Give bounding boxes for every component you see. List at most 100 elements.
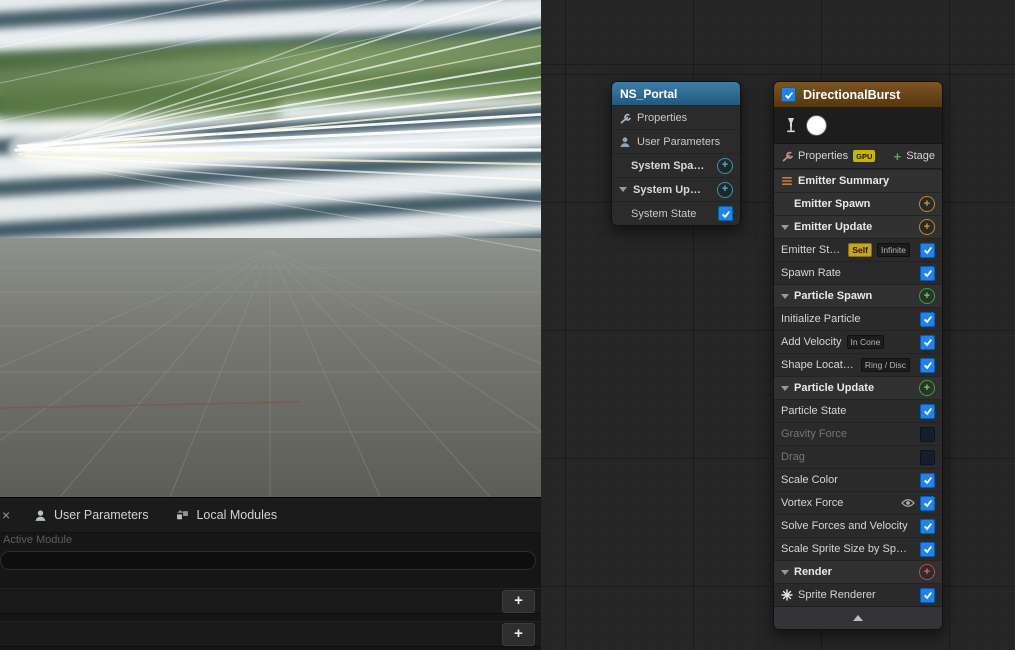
system-node-ns-portal[interactable]: NS_Portal Properties User Parameters Sys… xyxy=(611,81,741,226)
row-particle-update[interactable]: Particle Update + xyxy=(774,376,942,399)
add-parameter-button[interactable]: + xyxy=(502,590,535,613)
row-vortex-force[interactable]: Vortex Force xyxy=(774,491,942,514)
row-label: System Spawn xyxy=(631,159,705,172)
system-row-system-state[interactable]: System State xyxy=(612,201,740,225)
eye-icon[interactable] xyxy=(901,498,915,508)
row-label: Solve Forces and Velocity xyxy=(781,520,908,532)
row-label: Emitter Update xyxy=(794,221,873,233)
module-enabled-checkbox[interactable] xyxy=(920,472,935,488)
row-label: Particle Update xyxy=(794,382,875,394)
row-label: Shape Location xyxy=(781,359,856,371)
emitter-node-header[interactable]: DirectionalBurst xyxy=(774,82,942,107)
row-emitter-state[interactable]: Emitter State Self Infinite xyxy=(774,238,942,261)
chevron-down-icon[interactable] xyxy=(619,187,627,192)
row-particle-spawn[interactable]: Particle Spawn + xyxy=(774,284,942,307)
system-node-header[interactable]: NS_Portal xyxy=(612,82,740,105)
module-enabled-checkbox[interactable] xyxy=(920,403,935,419)
properties-button[interactable]: Properties xyxy=(798,150,848,162)
add-stage-icon[interactable]: + xyxy=(894,149,902,164)
row-label: Gravity Force xyxy=(781,428,848,440)
particle-streaks xyxy=(0,0,541,252)
chevron-down-icon[interactable] xyxy=(781,293,789,299)
module-enabled-checkbox[interactable] xyxy=(920,334,935,350)
chevron-down-icon[interactable] xyxy=(781,385,789,391)
row-label: Emitter Spawn xyxy=(794,198,871,210)
system-row-system-update[interactable]: System Update + xyxy=(612,177,740,201)
active-module-label: Active Module xyxy=(3,534,73,546)
row-label: Emitter State xyxy=(781,244,844,256)
row-label: Emitter Summary xyxy=(798,175,890,187)
module-icon xyxy=(176,509,189,522)
module-enabled-checkbox[interactable] xyxy=(718,206,733,221)
module-enabled-checkbox[interactable] xyxy=(920,311,935,327)
row-gravity-force[interactable]: Gravity Force xyxy=(774,422,942,445)
module-enabled-checkbox[interactable] xyxy=(920,426,935,442)
summary-list-icon xyxy=(781,175,793,187)
niagara-editor: × User Parameters Local Modules Active M… xyxy=(0,0,1015,650)
row-label: Vortex Force xyxy=(781,497,844,509)
emitter-type-icon xyxy=(784,117,798,133)
row-solve-forces-velocity[interactable]: Solve Forces and Velocity xyxy=(774,514,942,537)
row-emitter-summary[interactable]: Emitter Summary xyxy=(774,169,942,192)
row-add-velocity[interactable]: Add Velocity In Cone xyxy=(774,330,942,353)
row-initialize-particle[interactable]: Initialize Particle xyxy=(774,307,942,330)
collapse-node-button[interactable] xyxy=(774,606,942,629)
row-render[interactable]: Render + xyxy=(774,560,942,583)
add-module-button[interactable]: + xyxy=(919,288,935,304)
chevron-down-icon[interactable] xyxy=(781,569,789,575)
row-scale-color[interactable]: Scale Color xyxy=(774,468,942,491)
system-row-user-parameters[interactable]: User Parameters xyxy=(612,129,740,153)
row-label: Add Velocity xyxy=(781,336,842,348)
system-row-system-spawn[interactable]: System Spawn + xyxy=(612,153,740,177)
row-drag[interactable]: Drag xyxy=(774,445,942,468)
module-enabled-checkbox[interactable] xyxy=(920,357,935,373)
system-row-properties[interactable]: Properties xyxy=(612,105,740,129)
mode-badge: Ring / Disc xyxy=(860,358,910,372)
add-renderer-button[interactable]: + xyxy=(919,564,935,580)
add-module-button[interactable]: + xyxy=(919,380,935,396)
add-module-button[interactable]: + xyxy=(717,181,733,198)
chevron-down-icon[interactable] xyxy=(781,224,789,230)
row-emitter-spawn[interactable]: Emitter Spawn + xyxy=(774,192,942,215)
wrench-icon xyxy=(781,150,793,162)
row-scale-sprite-size-by-speed[interactable]: Scale Sprite Size by Speed xyxy=(774,537,942,560)
add-module-button[interactable]: + xyxy=(919,219,935,235)
row-label: System State xyxy=(631,207,697,220)
tab-user-parameters[interactable]: User Parameters xyxy=(20,498,162,532)
row-sprite-renderer[interactable]: Sprite Renderer xyxy=(774,583,942,606)
module-enabled-checkbox[interactable] xyxy=(920,449,935,465)
row-emitter-update[interactable]: Emitter Update + xyxy=(774,215,942,238)
row-label: Particle Spawn xyxy=(794,290,873,302)
emitter-node-title: DirectionalBurst xyxy=(803,87,901,102)
emitter-toolbar: Properties GPU + Stage xyxy=(774,144,942,169)
module-enabled-checkbox[interactable] xyxy=(920,495,935,511)
tab-local-modules[interactable]: Local Modules xyxy=(162,498,291,532)
person-icon xyxy=(34,509,47,522)
add-module-button[interactable]: + xyxy=(717,157,733,174)
row-spawn-rate[interactable]: Spawn Rate xyxy=(774,261,942,284)
module-enabled-checkbox[interactable] xyxy=(920,518,935,534)
search-input[interactable] xyxy=(0,551,536,570)
emitter-enabled-checkbox[interactable] xyxy=(781,87,796,102)
sprite-renderer-icon xyxy=(781,589,793,601)
sprite-thumbnail[interactable] xyxy=(806,114,827,136)
scope-badge: Self xyxy=(848,243,872,257)
add-parameter-button[interactable]: + xyxy=(502,623,535,646)
emitter-node-directionalburst[interactable]: DirectionalBurst Properties GPU + Stage … xyxy=(773,81,943,630)
tab-label: User Parameters xyxy=(54,508,149,522)
stage-button[interactable]: Stage xyxy=(906,150,935,162)
tab-label: Local Modules xyxy=(196,508,278,522)
close-icon[interactable]: × xyxy=(0,507,20,523)
row-particle-state[interactable]: Particle State xyxy=(774,399,942,422)
module-enabled-checkbox[interactable] xyxy=(920,265,935,281)
module-enabled-checkbox[interactable] xyxy=(920,242,935,258)
row-label: System Update xyxy=(633,183,705,196)
row-shape-location[interactable]: Shape Location Ring / Disc xyxy=(774,353,942,376)
preview-viewport[interactable] xyxy=(0,0,541,497)
row-label: Initialize Particle xyxy=(781,313,861,325)
person-icon xyxy=(619,136,631,148)
module-enabled-checkbox[interactable] xyxy=(920,541,935,557)
mode-badge: In Cone xyxy=(846,335,885,349)
module-enabled-checkbox[interactable] xyxy=(920,587,935,603)
add-module-button[interactable]: + xyxy=(919,196,935,212)
